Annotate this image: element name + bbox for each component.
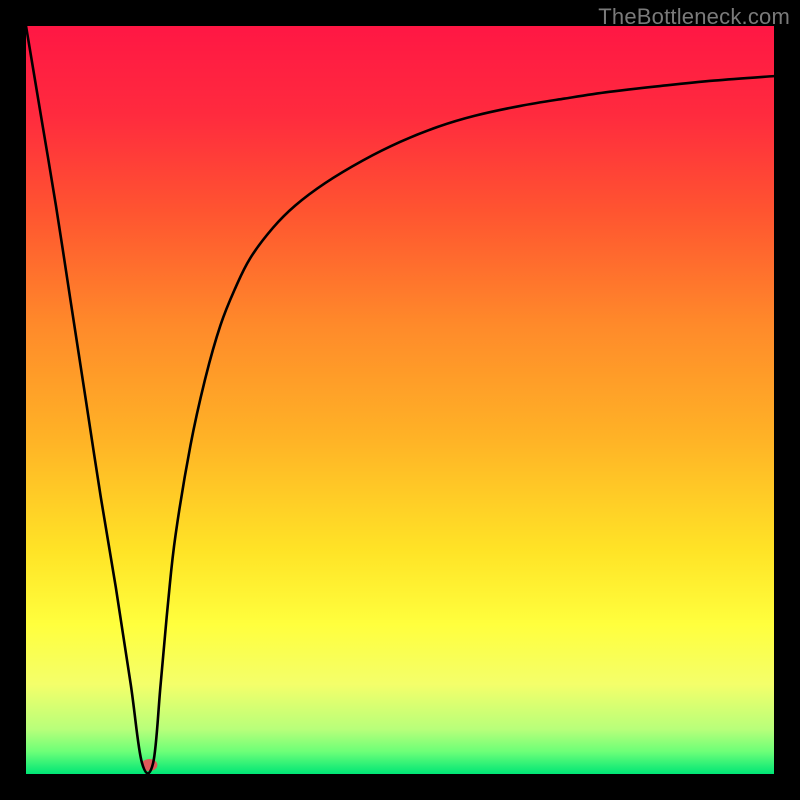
plot-area [26, 26, 774, 774]
chart-frame: TheBottleneck.com [0, 0, 800, 800]
gradient-background [26, 26, 774, 774]
